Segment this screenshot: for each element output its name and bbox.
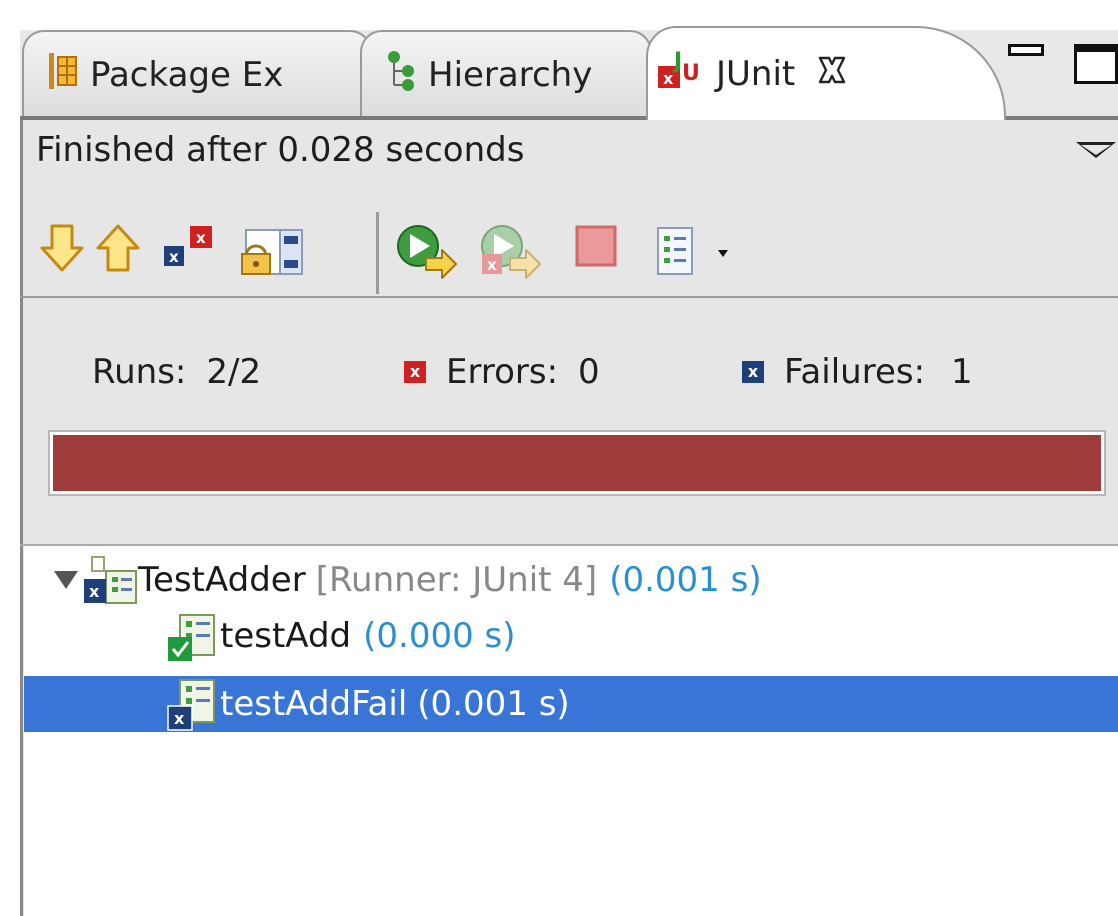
failures-counter: x Failures: 1	[742, 352, 973, 392]
errors-counter: x Errors: 0	[404, 352, 600, 392]
test-class-time: (0.001 s)	[609, 560, 762, 600]
runs-value: 2/2	[206, 352, 262, 392]
runs-label: Runs:	[92, 352, 187, 392]
svg-text:x: x	[89, 582, 100, 601]
test-method-name: testAddFail	[220, 684, 408, 724]
toolbar-divider	[20, 296, 1118, 298]
svg-text:J: J	[672, 49, 682, 74]
svg-text:x: x	[663, 69, 674, 88]
test-passed-icon	[168, 614, 215, 661]
tab-label: Package Ex	[90, 55, 284, 95]
test-method-name: testAdd	[220, 616, 352, 656]
svg-text:x: x	[174, 709, 185, 728]
rerun-failed-first-icon[interactable]: x	[480, 224, 542, 280]
view-menu-icon[interactable]	[1076, 142, 1116, 158]
junit-icon: x J U	[658, 48, 704, 101]
test-runner: [Runner: JUnit 4]	[315, 560, 598, 600]
svg-text:U: U	[682, 61, 700, 86]
tab-hierarchy[interactable]: Hierarchy	[360, 30, 652, 118]
rerun-test-icon[interactable]	[396, 224, 458, 280]
junit-toolbar: x x x	[40, 212, 800, 296]
tree-row-test-method[interactable]: testAdd (0.000 s)	[24, 608, 1118, 664]
test-method-time: (0.001 s)	[417, 684, 570, 724]
scroll-lock-icon[interactable]	[240, 224, 306, 276]
errors-value: 0	[578, 352, 600, 392]
error-icon: x	[404, 361, 426, 383]
tab-junit[interactable]: x J U JUnit	[646, 26, 1006, 120]
package-explorer-icon	[48, 52, 78, 98]
close-icon[interactable]	[817, 54, 847, 94]
previous-failure-icon[interactable]	[96, 224, 140, 272]
stop-icon[interactable]	[574, 224, 618, 268]
status-message: Finished after 0.028 seconds	[36, 130, 525, 170]
junit-view: Package Ex Hierarchy x J U JUnit Finishe…	[0, 0, 1118, 916]
failure-icon: x	[742, 361, 764, 383]
toolbar-separator	[376, 212, 379, 294]
test-run-history-icon[interactable]	[654, 224, 730, 280]
tree-row-test-class[interactable]: x TestAdder [Runner: JUnit 4] (0.001 s)	[24, 552, 1118, 608]
test-suite-failed-icon: x	[84, 556, 137, 604]
test-progress-bar	[48, 430, 1106, 496]
test-class-name: TestAdder	[138, 560, 306, 600]
minimize-icon[interactable]	[1008, 44, 1044, 56]
test-method-time: (0.000 s)	[363, 616, 516, 656]
svg-text:x: x	[487, 256, 497, 274]
show-failures-only-icon[interactable]: x x	[162, 224, 216, 272]
tab-label: JUnit	[716, 54, 796, 94]
next-failure-icon[interactable]	[40, 224, 84, 272]
progress-fill	[53, 435, 1101, 491]
svg-text:x: x	[196, 229, 206, 247]
test-failed-icon: x	[167, 679, 215, 731]
tree-row-test-method[interactable]: x testAddFail (0.001 s)	[24, 676, 1118, 732]
errors-label: Errors:	[446, 352, 559, 392]
failures-label: Failures:	[784, 352, 926, 392]
expand-twisty-icon[interactable]	[54, 571, 78, 589]
tab-label: Hierarchy	[428, 55, 593, 95]
svg-text:x: x	[169, 248, 179, 266]
hierarchy-icon	[386, 50, 416, 100]
maximize-icon[interactable]	[1074, 44, 1118, 84]
runs-counter: Runs: 2/2	[92, 352, 261, 392]
tab-package-explorer[interactable]: Package Ex	[22, 30, 372, 118]
failures-value: 1	[951, 352, 973, 392]
